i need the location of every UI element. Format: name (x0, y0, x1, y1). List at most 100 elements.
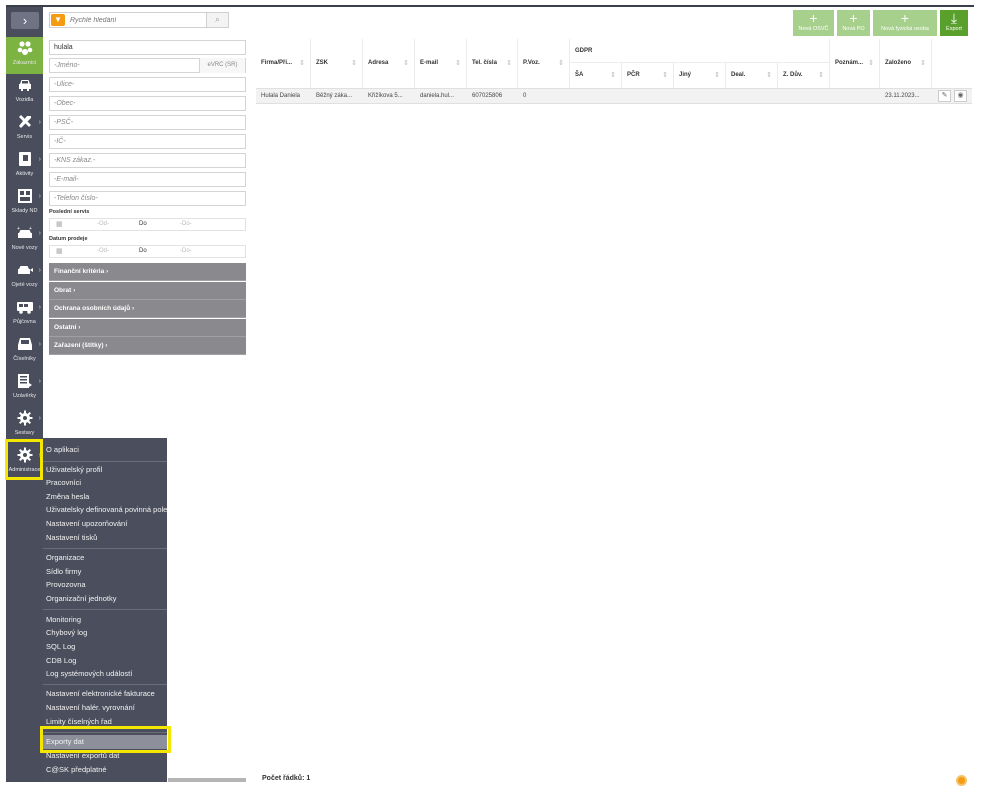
plus-icon: + (809, 10, 818, 26)
accordion-gdpr[interactable]: Ochrana osobních údajů › (49, 300, 246, 318)
nav-label: Číselníky (13, 356, 36, 362)
sale-date-range[interactable]: ▦ -Od- Do -Do- (49, 245, 246, 258)
menu-item[interactable]: Organizační jednotky (46, 592, 116, 605)
nav-item-activities[interactable]: › Aktivity (6, 148, 43, 185)
menu-item[interactable]: Uživatelský profil (46, 463, 102, 476)
range-from[interactable]: -Od- (97, 219, 109, 230)
sort-icon: ⇕ (818, 72, 824, 79)
column-header[interactable]: PČR ⇕ (622, 63, 674, 88)
first-name-field[interactable]: -Jméno- eVRC (SR) (49, 58, 246, 73)
search-icon[interactable]: ⌕ (206, 13, 228, 27)
menu-item[interactable]: C@SK předplatné (46, 763, 107, 776)
zip-field[interactable]: -PSČ- (49, 115, 246, 130)
menu-item[interactable]: CDB Log (46, 654, 76, 667)
cell-zalozeno: 23.11.2023... (885, 93, 920, 99)
menu-item[interactable]: Log systémových událostí (46, 667, 132, 680)
menu-item[interactable]: O aplikaci (46, 443, 79, 456)
help-icon[interactable] (956, 775, 967, 786)
nav-expand-button[interactable]: › (11, 12, 39, 29)
nav-label: Ojeté vozy (11, 282, 38, 288)
menu-item[interactable]: Organizace (46, 551, 84, 564)
nav-item-service[interactable]: › Servis (6, 111, 43, 148)
accordion-financial[interactable]: Finanční kritéria › (49, 263, 246, 281)
nav-item-codelists[interactable]: › Číselníky (6, 333, 43, 370)
filter-icon[interactable]: ▼ (51, 14, 65, 26)
column-header[interactable]: Poznám... ⇕ (830, 39, 880, 88)
sort-icon: ⇕ (351, 60, 357, 67)
nav-item-rental[interactable]: › Půjčovna (6, 296, 43, 333)
menu-item[interactable]: SQL Log (46, 640, 75, 653)
menu-item[interactable]: Provozovna (46, 578, 86, 591)
column-header[interactable]: ZSK ⇕ (311, 39, 363, 88)
new-po-button[interactable]: + Nová PO (837, 10, 870, 36)
tools-icon (6, 114, 43, 134)
column-header[interactable]: Z. Dův. ⇕ (778, 63, 830, 88)
city-field[interactable]: -Obec- (49, 96, 246, 111)
nav-item-closings[interactable]: › Uzávěrky (6, 370, 43, 407)
menu-item[interactable]: Změna hesla (46, 490, 89, 503)
sort-icon: ⇕ (920, 60, 926, 67)
column-header[interactable]: Založeno ⇕ (880, 39, 932, 88)
menu-item[interactable]: Monitoring (46, 613, 81, 626)
calendar-icon[interactable]: ▦ (56, 219, 63, 230)
column-header[interactable]: P.Voz. ⇕ (518, 39, 570, 88)
nav-label: Sklady ND (11, 208, 38, 214)
range-to[interactable]: -Do- (180, 219, 192, 230)
street-field[interactable]: -Ulice- (49, 77, 246, 92)
last-service-range[interactable]: ▦ -Od- Do -Do- (49, 218, 246, 231)
column-header[interactable]: E-mail ⇕ (415, 39, 467, 88)
evrc-button[interactable]: eVRC (SR) (199, 58, 245, 73)
nav-label: Uzávěrky (13, 393, 36, 399)
accordion-turnover[interactable]: Obrat › (49, 282, 246, 300)
nav-item-warehouse[interactable]: › Sklady ND (6, 185, 43, 222)
eye-icon[interactable]: ◉ (954, 90, 967, 102)
surname-field[interactable]: hulala (49, 40, 246, 55)
menu-divider (43, 609, 167, 610)
column-header[interactable]: Firma/Pří... ⇕ (256, 39, 311, 88)
menu-item[interactable]: Nastavení upozorňování (46, 517, 127, 530)
top-strip (6, 5, 974, 7)
export-button[interactable]: ⤓ Export (940, 10, 968, 36)
column-header[interactable]: Adresa ⇕ (363, 39, 415, 88)
nav-item-vehicles[interactable]: Vozidla (6, 74, 43, 111)
filter-panel-scrollbar[interactable] (168, 778, 246, 782)
menu-item[interactable]: Uživatelsky definovaná povinná pole (46, 503, 167, 516)
new-person-button[interactable]: + Nová fyzická osoba (873, 10, 937, 36)
kns-field[interactable]: -KNS zákaz.- (49, 153, 246, 168)
ico-field[interactable]: -IČ- (49, 134, 246, 149)
range-from[interactable]: -Od- (97, 246, 109, 257)
menu-item[interactable]: Nastavení elektronické fakturace (46, 687, 155, 700)
menu-item[interactable]: Pracovníci (46, 476, 81, 489)
menu-item[interactable]: Nastavení halér. vyrovnání (46, 701, 135, 714)
menu-item[interactable]: Chybový log (46, 626, 87, 639)
menu-item[interactable]: Sídlo firmy (46, 565, 81, 578)
cell-firma: Hulala Daniela (261, 93, 301, 99)
nav-item-used-cars[interactable]: › Ojeté vozy (6, 259, 43, 296)
nav-item-customers[interactable]: Zákazníci (6, 37, 43, 74)
column-header[interactable]: ŠA ⇕ (570, 63, 622, 88)
notebook-icon (6, 151, 43, 171)
quick-search-input[interactable] (70, 14, 200, 26)
email-field[interactable]: -E-mail- (49, 172, 246, 187)
nav-item-new-cars[interactable]: + + › Nové vozy (6, 222, 43, 259)
menu-item[interactable]: Nastavení tisků (46, 531, 97, 544)
column-header[interactable]: Tel. čísla ⇕ (467, 39, 518, 88)
new-osvc-button[interactable]: + Nová OSVČ (793, 10, 834, 36)
sort-icon: ⇕ (558, 60, 564, 67)
warehouse-icon (6, 188, 43, 208)
phone-field[interactable]: -Telefon číslo- (49, 191, 246, 206)
range-to[interactable]: -Do- (180, 246, 192, 257)
chevron-right-icon: › (38, 378, 41, 385)
ledger-icon (6, 373, 43, 393)
cell-email: daniela.hul... (420, 93, 455, 99)
chevron-right-icon: › (38, 193, 41, 200)
first-name-placeholder: -Jméno- (54, 62, 80, 69)
edit-icon[interactable]: ✎ (938, 90, 951, 102)
column-header[interactable]: Deal. ⇕ (726, 63, 778, 88)
calendar-icon[interactable]: ▦ (56, 246, 63, 257)
table-row[interactable]: Hulala Daniela Běžný záka... Křižíkova 5… (256, 88, 972, 104)
range-to-label: Do (139, 248, 147, 254)
accordion-other[interactable]: Ostatní › (49, 319, 246, 337)
accordion-tags[interactable]: Zařazení (štítky) › (49, 337, 246, 355)
column-header[interactable]: Jiný ⇕ (674, 63, 726, 88)
